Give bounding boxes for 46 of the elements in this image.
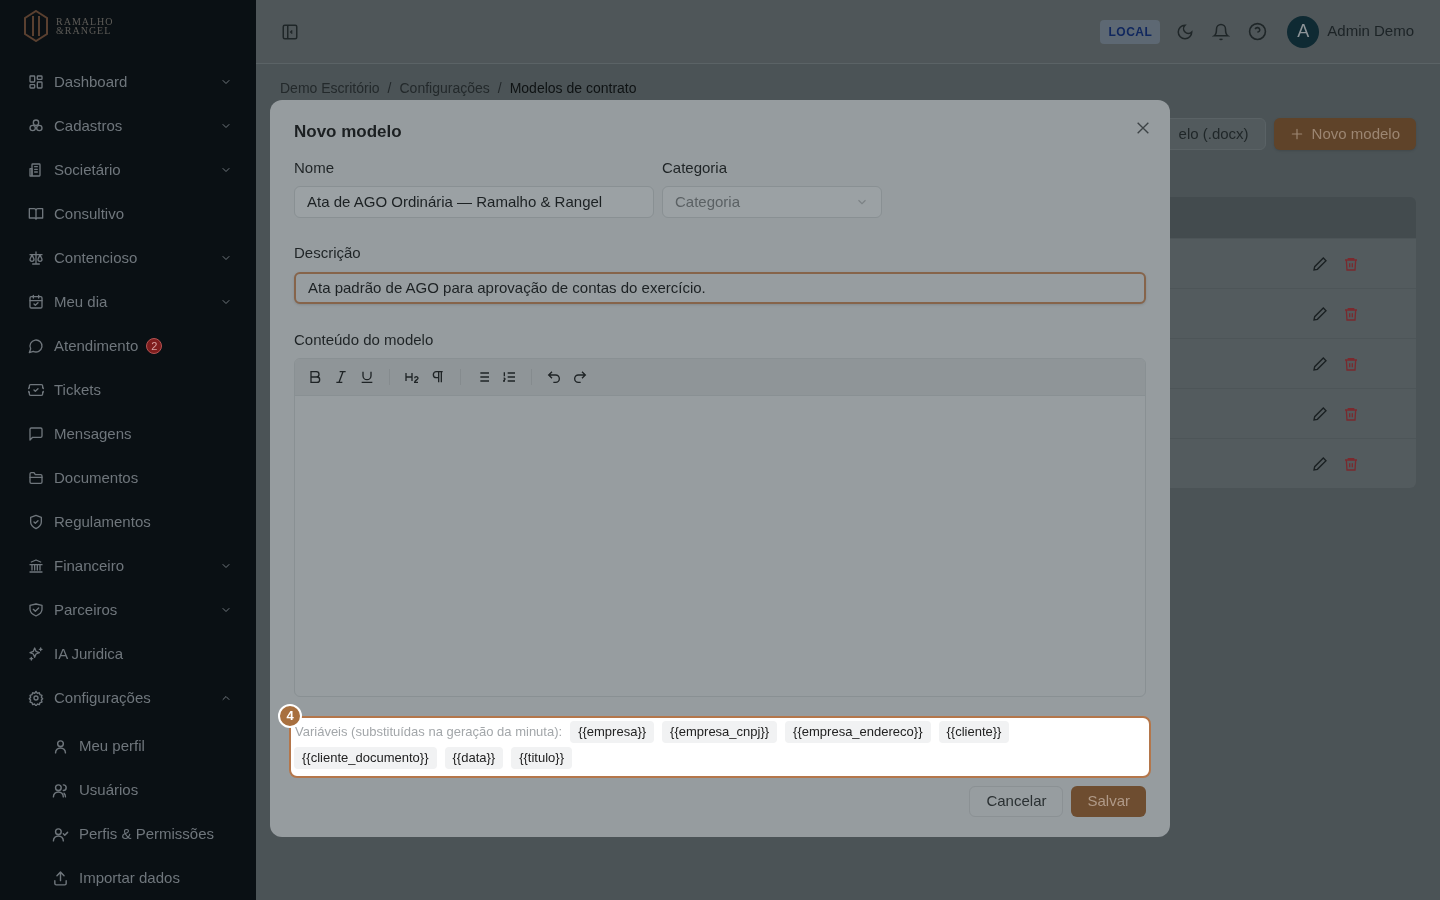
category-select[interactable]: Categoria [662, 186, 882, 218]
description-field[interactable]: Ata padrão de AGO para aprovação de contas do exercício. [294, 272, 1146, 304]
variable-token[interactable]: {{empresa_endereco}} [785, 721, 931, 743]
sidebar-item[interactable]: Consultivo [0, 192, 256, 236]
sidebar-item[interactable]: Tickets [0, 368, 256, 412]
tour-step-badge: 4 [278, 704, 302, 728]
environment-badge: LOCAL [1100, 19, 1161, 44]
variable-token[interactable]: {{data}} [444, 747, 504, 769]
sidebar-item[interactable]: Contencioso [0, 236, 256, 280]
save-button[interactable]: Salvar [1071, 786, 1146, 817]
sidebar-item[interactable]: IA Juridica [0, 632, 256, 676]
variable-token[interactable]: {{titulo}} [511, 747, 572, 769]
sidebar-item[interactable]: Parceiros [0, 588, 256, 632]
logo-text: &RANGEL [56, 26, 113, 35]
sidebar-item[interactable]: Mensagens [0, 412, 256, 456]
variable-token[interactable]: {{cliente}} [938, 721, 1010, 743]
modal-title: Novo modelo [294, 121, 402, 144]
name-field[interactable]: Ata de AGO Ordinária — Ramalho & Rangel [294, 186, 654, 218]
field-label: Nome [294, 158, 335, 177]
sidebar-item[interactable]: Financeiro [0, 544, 256, 588]
breadcrumb-current: Modelos de contrato [509, 78, 637, 98]
count-badge: 2 [146, 338, 163, 354]
variable-token[interactable]: {{empresa}} [570, 721, 655, 743]
sidebar-item[interactable]: Regulamentos [0, 500, 256, 544]
variable-token[interactable]: {{empresa_cnpj}} [662, 721, 778, 743]
sidebar-item[interactable]: Societário [0, 148, 256, 192]
sidebar-item[interactable]: Configurações [0, 676, 256, 720]
breadcrumb-separator: / [497, 78, 502, 98]
sidebar-item[interactable]: Meu dia [0, 280, 256, 324]
sidebar-item[interactable]: Cadastros [0, 104, 256, 148]
breadcrumb-separator: / [387, 78, 392, 98]
cancel-button[interactable]: Cancelar [969, 786, 1064, 817]
user-avatar[interactable]: A [1287, 15, 1320, 48]
sidebar-item[interactable]: Importar dados [0, 856, 256, 900]
sidebar-item[interactable]: Meu perfil [0, 724, 256, 768]
sidebar-item[interactable]: Atendimento 2 [0, 324, 256, 368]
logo-text: RAMALHO [56, 17, 114, 26]
variable-token[interactable]: {{cliente_documento}} [294, 747, 437, 769]
sidebar-item[interactable]: Usuários [0, 768, 256, 812]
field-label: Descrição [294, 243, 362, 262]
sidebar-item[interactable]: Documentos [0, 456, 256, 500]
field-label: Conteúdo do modelo [294, 330, 435, 349]
sidebar-item[interactable]: Perfis & Permissões [0, 812, 256, 856]
new-template-button[interactable]: Novo modelo [1273, 118, 1416, 150]
field-label: Categoria [662, 158, 729, 177]
sidebar-item[interactable]: Dashboard [0, 60, 256, 104]
